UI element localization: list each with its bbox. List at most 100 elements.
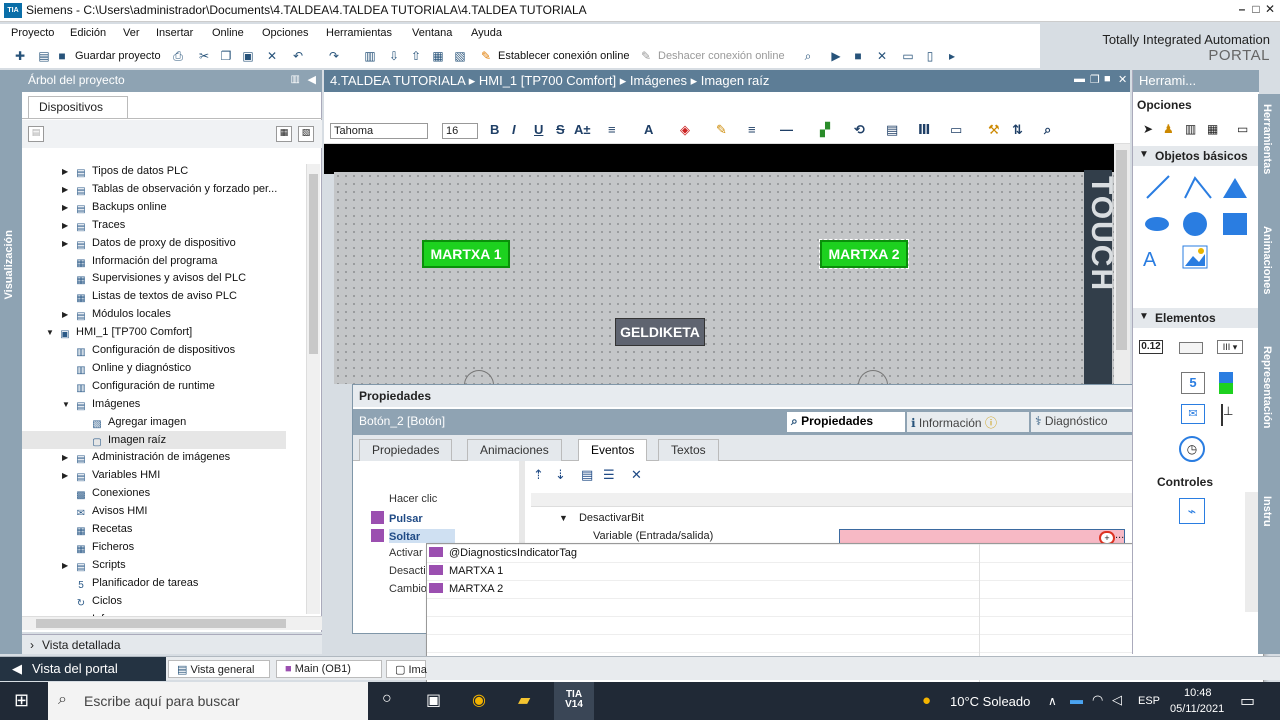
underline-icon[interactable]: U (534, 122, 543, 137)
start-cpu-icon[interactable]: ▶ (828, 48, 844, 64)
tree-item[interactable]: ▦ Supervisiones y avisos del PLC (22, 269, 286, 287)
tree-item[interactable]: ▢ Imagen raíz (22, 430, 286, 449)
taskbar-search[interactable]: ⌕ Escribe aquí para buscar (48, 682, 368, 720)
user-icon[interactable]: ♟ (1163, 122, 1174, 136)
button-element-icon[interactable] (1179, 342, 1203, 354)
subtab-events[interactable]: Eventos (578, 439, 648, 461)
align-objects-icon[interactable]: ▤ (886, 122, 898, 138)
collapse-icon[interactable]: ◀ (308, 73, 316, 86)
accessible-devices-icon[interactable]: ⌕ (800, 48, 816, 64)
symbol-library-icon[interactable]: ✉ (1181, 404, 1205, 424)
window-icon[interactable]: ▭ (1237, 122, 1248, 136)
event-deactivate[interactable]: Desacti (389, 565, 426, 577)
toolbar-more-icon[interactable]: ▸ (944, 48, 960, 64)
volume-icon[interactable]: ◁ (1112, 692, 1122, 708)
line-color-icon[interactable]: ✎ (716, 122, 727, 138)
editor-maximize-icon[interactable]: ■ (1104, 73, 1111, 85)
bold-icon[interactable]: B (490, 122, 499, 137)
tree-item[interactable]: ↻ Ciclos (22, 592, 286, 610)
subtab-properties[interactable]: Propiedades (359, 439, 453, 461)
left-side-strip[interactable]: Visualización (0, 70, 22, 654)
fill-color-icon[interactable]: ◈ (680, 122, 690, 138)
table-icon[interactable]: ▦ (1207, 122, 1218, 136)
tree-item[interactable]: ▶ ▤ Tipos de datos PLC (22, 162, 286, 180)
compile-icon[interactable]: ▥ (362, 48, 378, 64)
controls-section[interactable]: Controles (1133, 472, 1259, 492)
insert-icon[interactable]: ▤ (581, 467, 593, 483)
visualization-strip-label[interactable]: Visualización (3, 230, 15, 300)
chrome-icon[interactable]: ◉ (472, 690, 486, 710)
devices-tab[interactable]: Dispositivos (28, 96, 128, 118)
go-offline-button[interactable]: Deshacer conexión online (658, 50, 785, 62)
menu-online[interactable]: Online (212, 27, 244, 39)
dropdown-option[interactable]: @DiagnosticsIndicatorTag (429, 544, 577, 562)
tree-item[interactable]: ▶ ▤ Datos de proxy de dispositivo (22, 234, 286, 252)
cross-reference-icon[interactable]: ✕ (874, 48, 890, 64)
tree-item[interactable]: ▼ ▣ HMI_1 [TP700 Comfort] (22, 323, 286, 341)
editor-float-icon[interactable]: ❐ (1090, 73, 1100, 86)
tree-item[interactable]: ▶ ▤ Variables HMI (22, 466, 286, 484)
tree-item[interactable]: ▶ ▤ Backups online (22, 198, 286, 216)
event-press[interactable]: Pulsar (371, 511, 423, 525)
tree-item[interactable]: ▥ Online y diagnóstico (22, 359, 286, 377)
file-explorer-icon[interactable]: ▰ (518, 690, 530, 710)
strike-icon[interactable]: S (556, 122, 565, 137)
tab-layout-vertical[interactable]: Representación (1261, 346, 1273, 429)
tray-up-icon[interactable]: ∧ (1048, 694, 1057, 708)
tray-app-icon[interactable]: ▬ (1070, 692, 1083, 707)
subtab-texts[interactable]: Textos (658, 439, 719, 461)
text-size-icon[interactable]: A± (574, 122, 591, 137)
split-horizontal-icon[interactable]: ▭ (900, 48, 916, 64)
detailed-view-toggle[interactable]: › Vista detallada (22, 634, 322, 654)
font-size-select[interactable]: 16 (442, 123, 478, 139)
tree-item[interactable]: ▦ Listas de textos de aviso PLC (22, 287, 286, 305)
expand-arrow-icon[interactable]: ▼ (62, 396, 74, 414)
ellipsis-button[interactable]: ... (1115, 529, 1124, 541)
tab-information[interactable]: ℹ Información ⓘ (907, 412, 1029, 432)
trend-view-icon[interactable]: ⌁ (1179, 498, 1205, 524)
tab-animations-vertical[interactable]: Animaciones (1261, 226, 1273, 294)
io-field-icon[interactable]: 0.12 (1139, 340, 1163, 354)
list-icon[interactable]: ☰ (603, 467, 615, 483)
tree-scroll-thumb[interactable] (309, 174, 318, 354)
font-select[interactable]: Tahoma (330, 123, 428, 139)
expand-arrow-icon[interactable]: ▶ (62, 467, 74, 485)
menu-opciones[interactable]: Opciones (262, 27, 308, 39)
function-row[interactable]: ▼ DesactivarBit (531, 509, 1141, 527)
task-overview[interactable]: ▤ Vista general (168, 660, 270, 678)
windows-start-icon[interactable]: ⊞ (14, 690, 29, 711)
move-up-icon[interactable]: ⇡ (533, 467, 544, 483)
tools-scrollbar[interactable] (1245, 492, 1259, 612)
editor-vertical-scrollbar[interactable] (1114, 144, 1130, 384)
tree-item[interactable]: ▶ ▤ Traces (22, 216, 286, 234)
print-icon[interactable]: ⎙ (170, 48, 186, 64)
pointer-icon[interactable]: ➤ (1143, 122, 1153, 136)
editor-breadcrumb[interactable]: 4.TALDEA TUTORIALA ▸ HMI_1 [TP700 Comfor… (330, 73, 769, 88)
menu-ayuda[interactable]: Ayuda (471, 27, 502, 39)
align-icon[interactable]: ≡ (608, 122, 616, 137)
save-icon[interactable]: ■ (54, 48, 70, 64)
tree-settings-icon[interactable]: ▧ (298, 126, 314, 142)
event-release[interactable]: Soltar (371, 529, 455, 543)
clock-date[interactable]: 05/11/2021 (1170, 703, 1224, 715)
tree-item[interactable]: 5 Planificador de tareas (22, 574, 286, 592)
distribute-icon[interactable]: Ⅲ (918, 122, 930, 138)
tree-item[interactable]: ▶ ▤ Scripts (22, 556, 286, 574)
layers-icon[interactable]: ⇅ (1012, 122, 1023, 138)
paste-icon[interactable]: ▣ (240, 48, 256, 64)
event-change[interactable]: Cambio (389, 583, 427, 595)
new-group-icon[interactable]: ▤ (28, 126, 44, 142)
tab-instructions-vertical[interactable]: Instru (1261, 496, 1273, 527)
menu-insertar[interactable]: Insertar (156, 27, 193, 39)
expand-arrow-icon[interactable]: ▶ (62, 306, 74, 324)
chevron-down-icon[interactable]: ▼ (559, 513, 568, 523)
tia-taskbar-app[interactable]: TIA V14 (554, 682, 594, 720)
same-size-icon[interactable]: ▭ (950, 122, 962, 138)
menu-ver[interactable]: Ver (123, 27, 140, 39)
remove-function-icon[interactable]: ✕ (631, 467, 642, 483)
close-button[interactable]: ✕ (1264, 2, 1276, 18)
weather-text[interactable]: 10°C Soleado (950, 694, 1030, 709)
hmi-screen-canvas[interactable]: MARTXA 1 MARTXA 2 (334, 172, 1114, 386)
copy-icon[interactable]: ❐ (218, 48, 234, 64)
bar-icon[interactable] (1219, 372, 1233, 394)
